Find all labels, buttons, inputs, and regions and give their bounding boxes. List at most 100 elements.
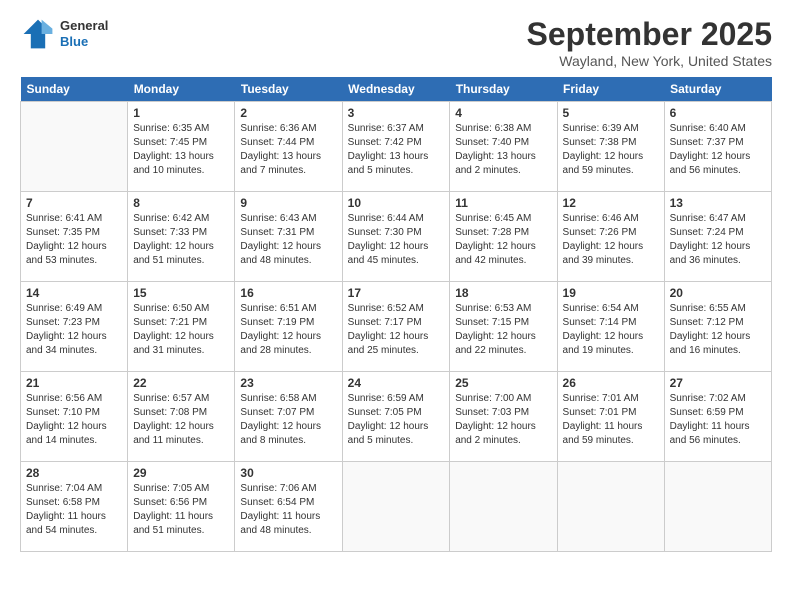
day-info: Sunrise: 6:38 AMSunset: 7:40 PMDaylight:… <box>455 122 551 178</box>
calendar-header-row: SundayMondayTuesdayWednesdayThursdayFrid… <box>21 77 772 102</box>
day-number: 29 <box>133 466 229 480</box>
day-number: 22 <box>133 376 229 390</box>
calendar-week-row-1: 1 Sunrise: 6:35 AMSunset: 7:45 PMDaylight… <box>21 102 772 192</box>
calendar-cell: 26 Sunrise: 7:01 AMSunset: 7:01 PMDayligh… <box>557 372 664 462</box>
day-number: 11 <box>455 196 551 210</box>
calendar-header-tuesday: Tuesday <box>235 77 342 102</box>
day-info: Sunrise: 7:06 AMSunset: 6:54 PMDaylight:… <box>240 482 336 538</box>
day-info: Sunrise: 6:55 AMSunset: 7:12 PMDaylight:… <box>670 302 766 358</box>
calendar-header-thursday: Thursday <box>450 77 557 102</box>
calendar-header-sunday: Sunday <box>21 77 128 102</box>
calendar-cell: 6 Sunrise: 6:40 AMSunset: 7:37 PMDaylight… <box>664 102 771 192</box>
day-number: 26 <box>563 376 659 390</box>
day-number: 13 <box>670 196 766 210</box>
calendar-cell: 29 Sunrise: 7:05 AMSunset: 6:56 PMDayligh… <box>128 462 235 552</box>
day-info: Sunrise: 7:04 AMSunset: 6:58 PMDaylight:… <box>26 482 122 538</box>
calendar-cell: 14Sunrise: 6:49 AMSunset: 7:23 PMDayligh… <box>21 282 128 372</box>
day-number: 15 <box>133 286 229 300</box>
calendar-header-friday: Friday <box>557 77 664 102</box>
calendar-cell: 2 Sunrise: 6:36 AMSunset: 7:44 PMDaylight… <box>235 102 342 192</box>
calendar-cell: 11 Sunrise: 6:45 AMSunset: 7:28 PMDayligh… <box>450 192 557 282</box>
calendar-week-row-2: 7 Sunrise: 6:41 AMSunset: 7:35 PMDaylight… <box>21 192 772 282</box>
calendar-cell: 5Sunrise: 6:39 AMSunset: 7:38 PMDaylight… <box>557 102 664 192</box>
day-info: Sunrise: 6:43 AMSunset: 7:31 PMDaylight:… <box>240 212 336 268</box>
day-number: 4 <box>455 106 551 120</box>
calendar-cell: 8 Sunrise: 6:42 AMSunset: 7:33 PMDaylight… <box>128 192 235 282</box>
day-number: 20 <box>670 286 766 300</box>
calendar-cell: 3Sunrise: 6:37 AMSunset: 7:42 PMDaylight… <box>342 102 450 192</box>
calendar-cell: 28 Sunrise: 7:04 AMSunset: 6:58 PMDayligh… <box>21 462 128 552</box>
day-number: 27 <box>670 376 766 390</box>
calendar-cell: 16Sunrise: 6:51 AMSunset: 7:19 PMDayligh… <box>235 282 342 372</box>
day-number: 3 <box>348 106 445 120</box>
calendar-cell: 10Sunrise: 6:44 AMSunset: 7:30 PMDayligh… <box>342 192 450 282</box>
day-info: Sunrise: 6:59 AMSunset: 7:05 PMDaylight:… <box>348 392 445 448</box>
day-info: Sunrise: 6:42 AMSunset: 7:33 PMDaylight:… <box>133 212 229 268</box>
day-number: 12 <box>563 196 659 210</box>
day-info: Sunrise: 6:45 AMSunset: 7:28 PMDaylight:… <box>455 212 551 268</box>
calendar-cell: 23 Sunrise: 6:58 AMSunset: 7:07 PMDayligh… <box>235 372 342 462</box>
day-number: 16 <box>240 286 336 300</box>
day-number: 17 <box>348 286 445 300</box>
day-info: Sunrise: 6:40 AMSunset: 7:37 PMDaylight:… <box>670 122 766 178</box>
day-number: 18 <box>455 286 551 300</box>
day-info: Sunrise: 6:46 AMSunset: 7:26 PMDaylight:… <box>563 212 659 268</box>
calendar-cell: 30Sunrise: 7:06 AMSunset: 6:54 PMDayligh… <box>235 462 342 552</box>
page-header: General Blue September 2025 Wayland, New… <box>20 16 772 69</box>
day-number: 2 <box>240 106 336 120</box>
day-info: Sunrise: 6:35 AMSunset: 7:45 PMDaylight:… <box>133 122 229 178</box>
calendar-cell <box>342 462 450 552</box>
day-number: 1 <box>133 106 229 120</box>
day-number: 21 <box>26 376 122 390</box>
calendar-table: SundayMondayTuesdayWednesdayThursdayFrid… <box>20 77 772 552</box>
title-block: September 2025 Wayland, New York, United… <box>527 16 772 69</box>
calendar-week-row-5: 28 Sunrise: 7:04 AMSunset: 6:58 PMDayligh… <box>21 462 772 552</box>
calendar-cell: 25 Sunrise: 7:00 AMSunset: 7:03 PMDayligh… <box>450 372 557 462</box>
logo: General Blue <box>20 16 108 52</box>
calendar-header-monday: Monday <box>128 77 235 102</box>
calendar-week-row-4: 21Sunrise: 6:56 AMSunset: 7:10 PMDayligh… <box>21 372 772 462</box>
calendar-cell <box>557 462 664 552</box>
month-title: September 2025 <box>527 16 772 53</box>
day-number: 25 <box>455 376 551 390</box>
day-number: 7 <box>26 196 122 210</box>
calendar-cell: 21Sunrise: 6:56 AMSunset: 7:10 PMDayligh… <box>21 372 128 462</box>
calendar-cell: 24Sunrise: 6:59 AMSunset: 7:05 PMDayligh… <box>342 372 450 462</box>
day-info: Sunrise: 6:41 AMSunset: 7:35 PMDaylight:… <box>26 212 122 268</box>
calendar-cell: 9 Sunrise: 6:43 AMSunset: 7:31 PMDaylight… <box>235 192 342 282</box>
location: Wayland, New York, United States <box>527 53 772 69</box>
day-number: 23 <box>240 376 336 390</box>
logo-text: General Blue <box>60 18 108 49</box>
calendar-cell: 1 Sunrise: 6:35 AMSunset: 7:45 PMDaylight… <box>128 102 235 192</box>
calendar-week-row-3: 14Sunrise: 6:49 AMSunset: 7:23 PMDayligh… <box>21 282 772 372</box>
day-info: Sunrise: 6:47 AMSunset: 7:24 PMDaylight:… <box>670 212 766 268</box>
calendar-cell: 20 Sunrise: 6:55 AMSunset: 7:12 PMDayligh… <box>664 282 771 372</box>
day-number: 9 <box>240 196 336 210</box>
calendar-cell: 19Sunrise: 6:54 AMSunset: 7:14 PMDayligh… <box>557 282 664 372</box>
day-info: Sunrise: 6:50 AMSunset: 7:21 PMDaylight:… <box>133 302 229 358</box>
day-info: Sunrise: 6:53 AMSunset: 7:15 PMDaylight:… <box>455 302 551 358</box>
logo-general: General <box>60 18 108 34</box>
calendar-header-wednesday: Wednesday <box>342 77 450 102</box>
day-info: Sunrise: 6:52 AMSunset: 7:17 PMDaylight:… <box>348 302 445 358</box>
day-number: 19 <box>563 286 659 300</box>
calendar-cell: 13 Sunrise: 6:47 AMSunset: 7:24 PMDayligh… <box>664 192 771 282</box>
day-info: Sunrise: 7:05 AMSunset: 6:56 PMDaylight:… <box>133 482 229 538</box>
calendar-cell: 17 Sunrise: 6:52 AMSunset: 7:17 PMDayligh… <box>342 282 450 372</box>
day-info: Sunrise: 7:01 AMSunset: 7:01 PMDaylight:… <box>563 392 659 448</box>
day-number: 6 <box>670 106 766 120</box>
day-number: 28 <box>26 466 122 480</box>
day-info: Sunrise: 7:00 AMSunset: 7:03 PMDaylight:… <box>455 392 551 448</box>
day-info: Sunrise: 6:36 AMSunset: 7:44 PMDaylight:… <box>240 122 336 178</box>
calendar-cell: 4 Sunrise: 6:38 AMSunset: 7:40 PMDaylight… <box>450 102 557 192</box>
day-info: Sunrise: 6:58 AMSunset: 7:07 PMDaylight:… <box>240 392 336 448</box>
logo-icon <box>20 16 56 52</box>
calendar-cell: 12 Sunrise: 6:46 AMSunset: 7:26 PMDayligh… <box>557 192 664 282</box>
calendar-cell: 18 Sunrise: 6:53 AMSunset: 7:15 PMDayligh… <box>450 282 557 372</box>
calendar-header-saturday: Saturday <box>664 77 771 102</box>
day-number: 8 <box>133 196 229 210</box>
day-info: Sunrise: 7:02 AMSunset: 6:59 PMDaylight:… <box>670 392 766 448</box>
calendar-cell <box>664 462 771 552</box>
calendar-cell: 15 Sunrise: 6:50 AMSunset: 7:21 PMDayligh… <box>128 282 235 372</box>
day-info: Sunrise: 6:39 AMSunset: 7:38 PMDaylight:… <box>563 122 659 178</box>
